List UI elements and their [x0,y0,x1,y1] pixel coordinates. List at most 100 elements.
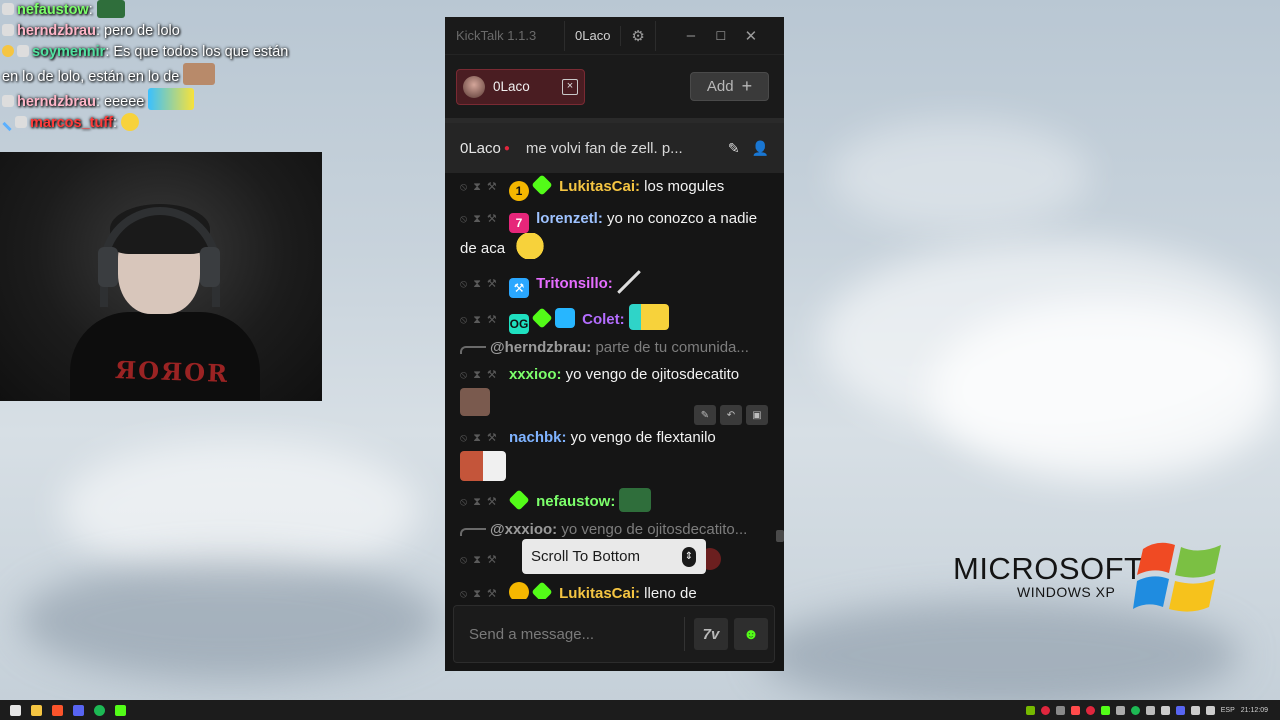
hammer-icon: ⚒ [486,181,497,193]
message-username[interactable]: Tritonsillo: [536,275,613,292]
tray-app-icon[interactable] [1145,705,1155,715]
verified-badge-icon [531,174,553,196]
hammer-icon: ⚒ [486,278,497,290]
headset-earcup [98,247,118,287]
kick-7tv-badge-icon: 7 [508,213,529,233]
pin-icon[interactable]: ✎ [694,405,716,425]
message-text: lleno de [640,585,697,599]
windows-xp-logo: MICROSOFT WINDOWS XP [953,535,1233,625]
ban-icon: ⦸ [460,554,468,566]
headset-earcup [200,247,220,287]
stream-chat-overlay: nefaustow: herndzbrau: pero de lolo soym… [0,0,322,152]
chat-message[interactable]: ⦸ ⧗ ⚒ nachbk: yo vengo de flextanilo [460,425,768,483]
message-username[interactable]: LukitasCai: [559,585,640,599]
mod-actions[interactable]: ⦸ ⧗ ⚒ [460,272,497,297]
7tv-emote-button[interactable]: 7v [694,618,728,650]
copy-icon[interactable]: ▣ [746,405,768,425]
folder-icon[interactable] [31,704,42,716]
message-username[interactable]: nefaustow: [536,493,615,510]
hammer-icon: ⚒ [486,369,497,381]
tab-0laco[interactable]: 0Laco × [456,68,585,105]
channel-name[interactable]: 0Laco ● [460,140,510,157]
message-username[interactable]: Colet: [582,311,625,328]
scroll-to-bottom-button[interactable]: Scroll To Bottom ⇕ [522,539,706,574]
chat-message[interactable]: ⦸ ⧗ ⚒ ⚒ Tritonsillo: [460,270,768,298]
minimize-button[interactable]: – [676,17,706,55]
chat-message[interactable]: ⦸ ⧗ ⚒ 1 LukitasCai: los mogules [460,174,768,201]
brave-icon[interactable] [52,704,63,716]
volume-icon[interactable] [1205,705,1215,715]
reply-preview[interactable]: @herndzbrau: parte de tu comunida... [460,339,768,356]
timeout-icon: ⧗ [473,496,481,508]
mod-actions[interactable]: ⦸ ⧗ ⚒ [460,490,497,515]
pinned-message[interactable]: me volvi fan de zell. p... [526,140,718,157]
message-username[interactable]: lorenzetl: [536,210,603,227]
pin-icon[interactable]: ✎ [728,140,740,157]
tab-label: 0Laco [493,79,530,94]
tray-app-icon[interactable] [1100,705,1110,715]
reply-icon[interactable]: ↶ [720,405,742,425]
message-hover-actions: ✎ ↶ ▣ [694,405,768,425]
chat-message[interactable]: ⦸ ⧗ ⚒ OG Colet: [460,304,768,334]
close-button[interactable]: ✕ [736,17,766,55]
network-icon[interactable] [1190,705,1200,715]
tray-app-icon[interactable] [1115,705,1125,715]
chat-message[interactable]: ⦸ ⧗ ⚒ nefaustow: [460,488,768,515]
gear-icon[interactable]: ⚙ [631,27,644,45]
spotify-icon[interactable] [94,704,105,716]
user-icon[interactable]: 👤 [752,140,769,157]
add-label: Add [706,78,734,95]
hammer-icon: ⚒ [486,588,497,599]
microphone-icon[interactable] [1160,705,1170,715]
moderator-badge-icon: ⚒ [508,278,529,298]
plus-icon: + [741,76,753,96]
overlay-message: soymennir: Es que todos los que están [2,42,320,63]
mod-actions[interactable]: ⦸ ⧗ ⚒ [460,175,497,200]
verified-badge-icon [531,307,553,329]
tray-app-icon[interactable] [1055,705,1065,715]
message-username[interactable]: nachbk: [509,429,567,446]
reply-preview[interactable]: @xxxioo: yo vengo de ojitosdecatito... [460,521,768,538]
tray-app-icon[interactable] [1040,705,1050,715]
chat-message[interactable]: ⦸ ⧗ ⚒ LukitasCai: lleno de [460,581,768,599]
taskbar: ESP 21:12:09 [0,700,1280,720]
scrollbar[interactable] [776,530,784,542]
mod-actions[interactable]: ⦸ ⧗ ⚒ [460,582,497,599]
frog-emote [96,0,125,18]
message-username[interactable]: LukitasCai: [559,178,640,195]
start-icon[interactable] [10,704,21,716]
chat-bubble-icon [17,45,29,57]
language-indicator[interactable]: ESP [1221,707,1235,714]
tray-app-icon[interactable] [1085,705,1095,715]
titlebar: KickTalk 1.1.3 0Laco ⚙ – ☐ ✕ [445,17,784,55]
chat-bubble-icon [2,24,14,36]
message-input[interactable] [469,625,675,643]
tray-app-icon[interactable] [1025,705,1035,715]
mod-actions[interactable]: ⦸ ⧗ ⚒ [460,308,497,333]
mod-actions[interactable]: ⦸ ⧗ ⚒ [460,363,497,388]
tray-app-icon[interactable] [1070,705,1080,715]
kick-icon[interactable] [115,704,126,716]
message-username[interactable]: xxxioo: [509,366,562,383]
bro-emote [460,451,506,481]
slide-emote [616,270,641,294]
overlay-username: nefaustow [17,2,89,18]
mod-actions[interactable]: ⦸ ⧗ ⚒ [460,426,497,451]
mod-actions[interactable]: ⦸ ⧗ ⚒ [460,207,497,232]
close-tab-icon[interactable]: × [562,78,578,95]
kick-emote-button[interactable]: ☻ [734,618,768,650]
clock[interactable]: 21:12:09 [1241,707,1268,714]
current-user[interactable]: 0Laco ⚙ [564,20,656,51]
mod-actions[interactable]: ⦸ ⧗ ⚒ [460,548,497,573]
maximize-button[interactable]: ☐ [706,17,736,55]
overlay-message: nefaustow: [2,0,320,21]
timeout-icon: ⧗ [473,588,481,599]
timeout-icon: ⧗ [473,278,481,290]
tray-app-icon[interactable] [1130,705,1140,715]
sword-icon [2,121,12,132]
discord-icon[interactable] [73,704,84,716]
tray-app-icon[interactable] [1175,705,1185,715]
chat-message[interactable]: ⦸ ⧗ ⚒ 7 lorenzetl: yo no conozco a nadie d… [460,206,768,261]
add-channel-button[interactable]: Add + [690,72,769,101]
overlay-text: en lo de lolo, están en lo de [2,69,180,85]
